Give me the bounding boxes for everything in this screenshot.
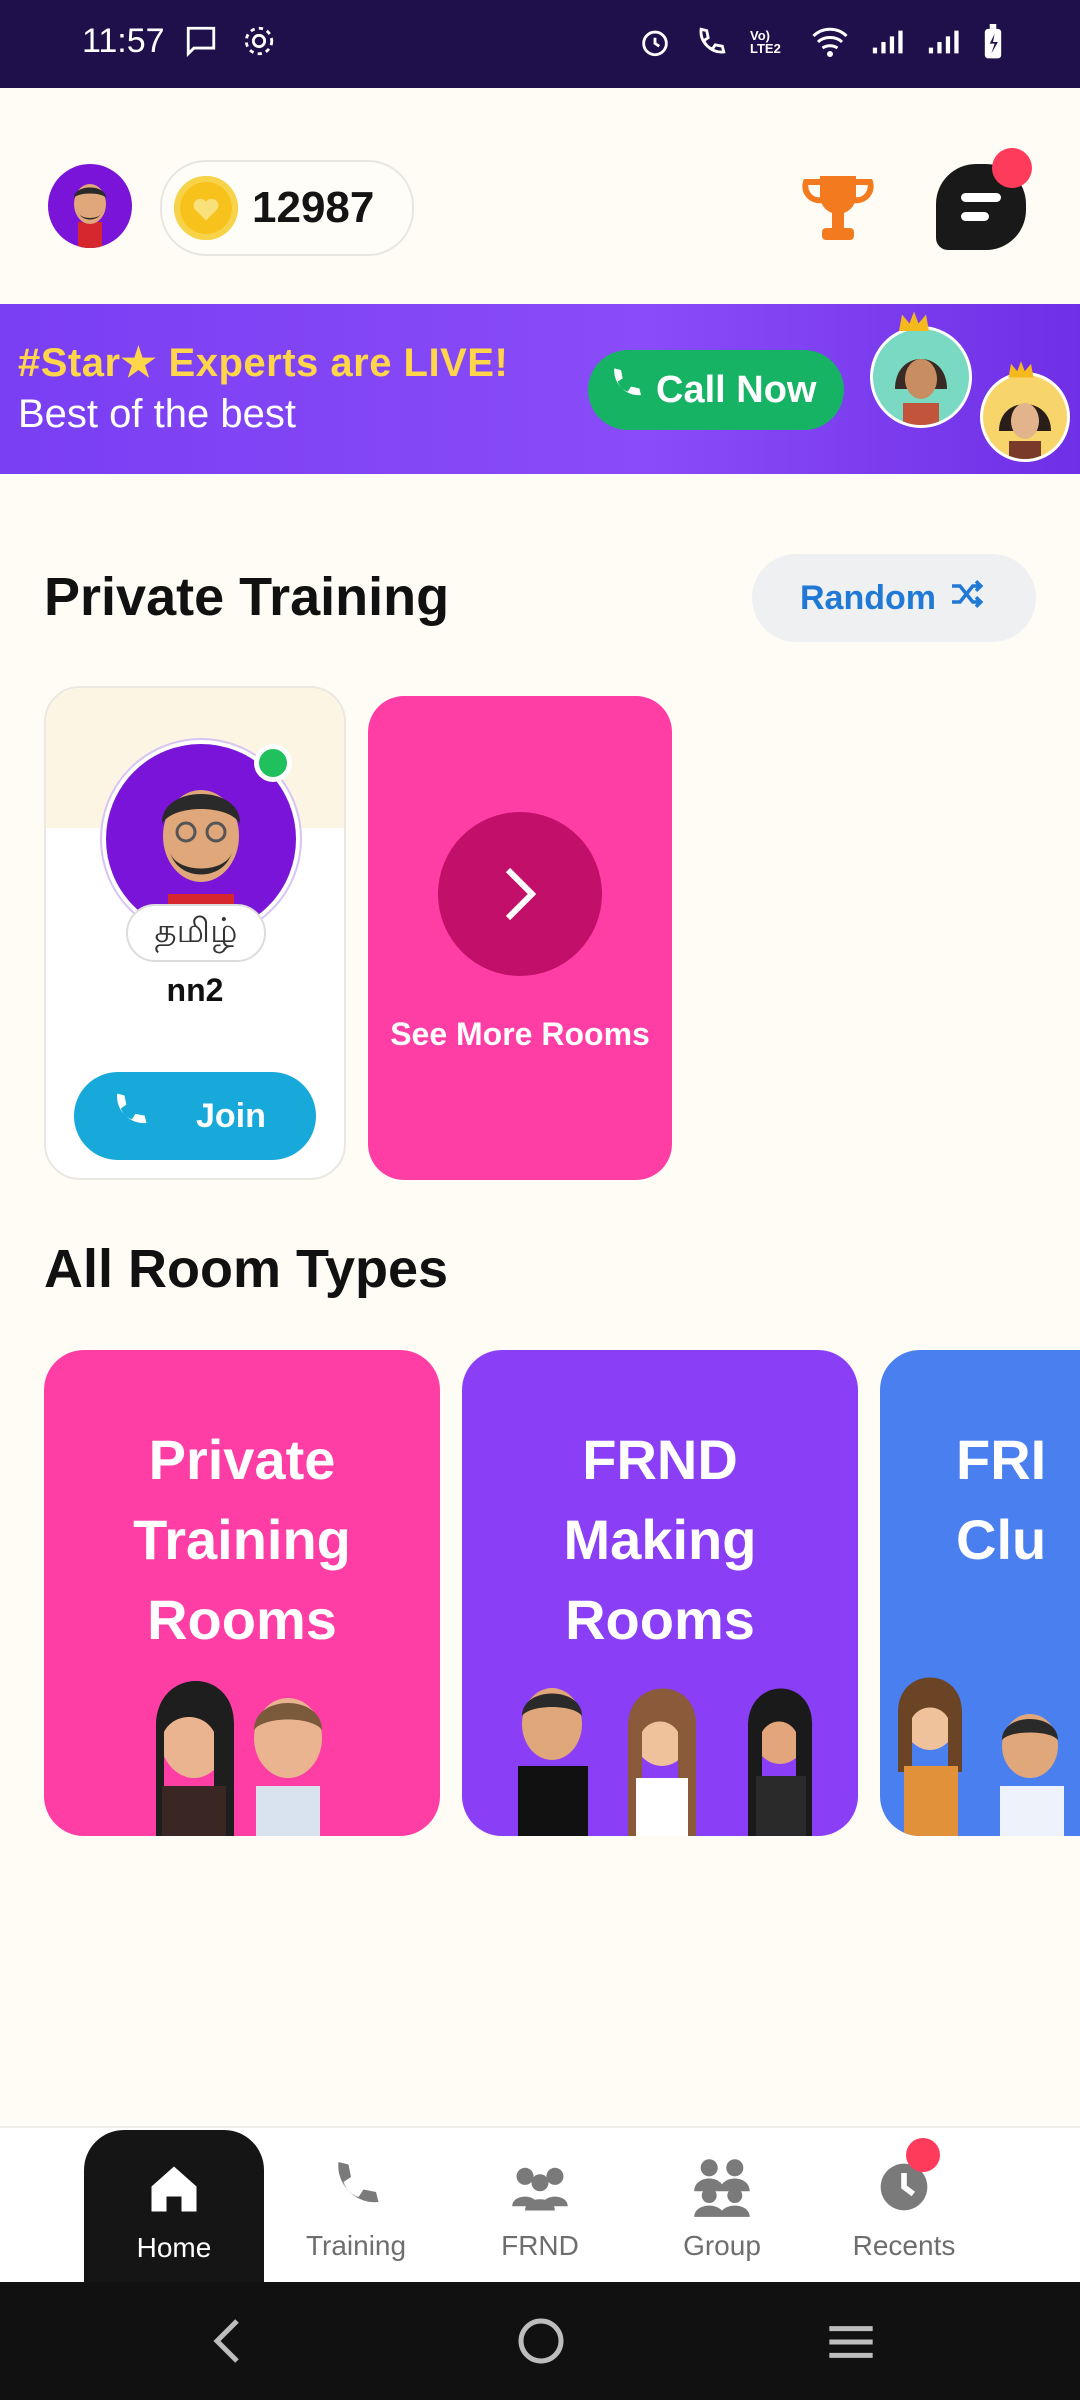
crown-icon xyxy=(1006,360,1036,385)
section-title-room-types: All Room Types xyxy=(44,1239,449,1299)
nav-home[interactable]: Home xyxy=(84,2130,264,2284)
nav-training[interactable]: Training xyxy=(266,2128,446,2284)
signal-icon xyxy=(926,27,960,57)
phone-icon xyxy=(326,2154,386,2220)
room-card-private-training[interactable]: Private Training Rooms xyxy=(44,1350,440,1836)
chevron-right-icon xyxy=(438,812,602,976)
nav-label: Recents xyxy=(852,2230,956,2261)
shuffle-icon xyxy=(948,578,988,619)
home-icon xyxy=(143,2156,205,2222)
room-card-frnd-club[interactable]: FRI Clu xyxy=(880,1350,1080,1836)
room-card-illustration xyxy=(518,1688,813,1836)
nav-frnd[interactable]: FRND xyxy=(450,2128,630,2284)
group-icon xyxy=(690,2154,754,2220)
friends-icon xyxy=(508,2154,572,2220)
room-card-frnd-making[interactable]: FRND Making Rooms xyxy=(462,1350,858,1836)
room-card-illustration xyxy=(898,1677,1064,1836)
trainer-name: nn2 xyxy=(166,972,224,1008)
notification-dot xyxy=(906,2138,940,2172)
see-more-label: See More Rooms xyxy=(390,1016,650,1052)
expert-avatar xyxy=(980,372,1070,462)
signal-icon xyxy=(870,27,904,57)
home-circle-icon[interactable] xyxy=(516,2316,566,2371)
nav-label: FRND xyxy=(501,2230,579,2261)
notification-dot xyxy=(992,148,1032,188)
wifi-icon xyxy=(812,27,848,57)
system-nav-bar xyxy=(0,2282,1080,2400)
nav-group[interactable]: Group xyxy=(632,2128,812,2284)
random-label: Random xyxy=(800,578,936,617)
phone-icon xyxy=(108,1090,152,1143)
volte-icon: Vo) LTE2 xyxy=(750,28,781,56)
status-bar: 11:57 Vo) LTE2 xyxy=(0,0,1080,88)
room-card-title: FRND Making Rooms xyxy=(563,1428,757,1651)
crown-icon xyxy=(896,310,932,339)
banner-subtitle: Best of the best xyxy=(18,392,296,436)
join-label: Join xyxy=(196,1096,266,1135)
random-button[interactable]: Random xyxy=(752,554,1036,642)
app-header: 12987 xyxy=(0,88,1080,304)
experts-banner[interactable]: #Star★ Experts are LIVE! Best of the bes… xyxy=(0,304,1080,474)
room-card-illustration xyxy=(156,1681,322,1836)
banner-title: #Star★ Experts are LIVE! xyxy=(18,341,509,385)
online-status-dot xyxy=(254,744,292,782)
battery-charging-icon xyxy=(982,24,1004,60)
nav-recents[interactable]: Recents xyxy=(814,2128,994,2284)
coin-count: 12987 xyxy=(252,183,375,232)
section-title-private-training: Private Training xyxy=(44,567,450,627)
call-now-label: Call Now xyxy=(656,368,817,411)
join-button[interactable]: Join xyxy=(74,1072,316,1160)
coin-icon xyxy=(174,176,238,240)
wifi-call-icon xyxy=(694,25,728,59)
trainer-card[interactable]: தமிழ் nn2 Join xyxy=(44,686,346,1180)
nav-label: Home xyxy=(136,2232,212,2263)
coin-balance[interactable]: 12987 xyxy=(160,160,414,256)
call-now-button[interactable]: Call Now xyxy=(588,350,844,430)
alarm-icon xyxy=(638,25,672,59)
nav-label: Training xyxy=(305,2230,407,2261)
nav-label: Group xyxy=(683,2230,761,2261)
see-more-rooms-card[interactable]: See More Rooms xyxy=(368,696,672,1180)
room-card-title: Private Training Rooms xyxy=(133,1428,351,1651)
expert-avatar xyxy=(870,326,972,428)
recent-apps-icon[interactable] xyxy=(826,2322,876,2367)
message-icon xyxy=(184,24,218,58)
room-card-title: FRI Clu xyxy=(956,1428,1047,1571)
avatar[interactable] xyxy=(48,164,132,248)
phone-icon xyxy=(606,365,646,415)
back-icon[interactable] xyxy=(210,2316,244,2371)
language-badge: தமிழ் xyxy=(126,904,266,962)
trophy-icon[interactable] xyxy=(796,172,880,253)
gear-icon xyxy=(242,24,276,58)
status-time: 11:57 xyxy=(82,22,165,60)
